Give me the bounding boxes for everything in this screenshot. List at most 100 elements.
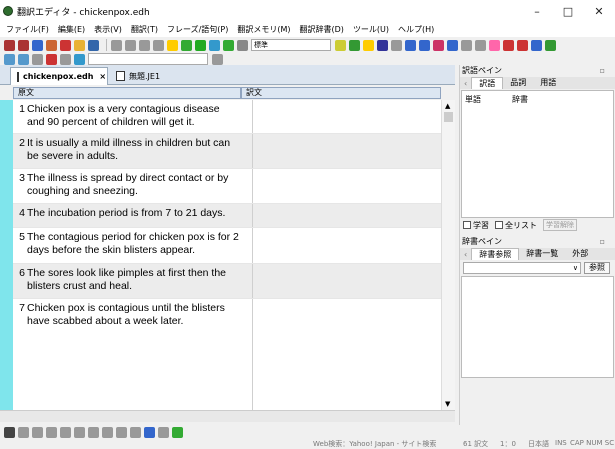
menu-view[interactable]: 表示(V) [94,24,122,35]
horizontal-scrollbar[interactable] [0,410,455,422]
tab-words[interactable]: 訳語 [471,77,504,89]
table-row[interactable]: 3 The illness is spread by direct contac… [13,169,441,204]
dictionary-results[interactable] [461,276,614,378]
print-icon[interactable] [461,39,472,51]
format-icon[interactable] [335,39,346,51]
url-combo[interactable] [88,53,208,65]
grid-icon[interactable] [116,426,127,438]
tab-terms[interactable]: 用語 [533,77,563,89]
menu-translate[interactable]: 翻訳(T) [131,24,158,35]
close-button[interactable]: ✕ [584,0,614,22]
grid-icon[interactable] [130,426,141,438]
folder-icon[interactable] [74,39,85,51]
source-text[interactable]: The incubation period is from 7 to 21 da… [27,207,252,220]
dictionary-icon[interactable] [209,39,220,51]
check-icon[interactable] [447,39,458,51]
learn-checkbox[interactable] [463,221,471,229]
source-text[interactable]: Chicken pox is a very contagious disease… [27,103,237,129]
help-icon[interactable] [167,39,178,51]
window-icon[interactable] [405,39,416,51]
tool-icon[interactable] [172,426,183,438]
scroll-down-icon[interactable]: ▼ [445,400,450,408]
view-icon[interactable] [18,426,29,438]
reference-icon[interactable] [531,39,542,51]
dictionary-search-combo[interactable]: ∨ [463,262,581,274]
refresh-icon[interactable] [32,53,43,65]
menu-dictionary[interactable]: 翻訳辞書(D) [300,24,344,35]
source-text[interactable]: The contagious period for chicken pox is… [27,231,245,257]
paste-icon[interactable] [139,39,150,51]
copy-icon[interactable] [125,39,136,51]
record-icon[interactable] [503,39,514,51]
tab-close-icon[interactable]: × [99,72,106,81]
learn-clear-button[interactable]: 学習解除 [543,219,577,231]
menu-tools[interactable]: ツール(U) [353,24,389,35]
table-row[interactable]: 1 Chicken pox is a very contagious disea… [13,100,441,134]
arrow-icon[interactable] [377,39,388,51]
style-combo[interactable]: 標準 [251,39,331,51]
pause-icon[interactable] [237,39,248,51]
open-doc-icon[interactable] [18,39,29,51]
source-text[interactable]: It is usually a mild illness in children… [27,137,237,163]
cut-icon[interactable] [111,39,122,51]
tab-dict-reference[interactable]: 辞書参照 [471,248,520,260]
new-doc-icon[interactable] [4,39,15,51]
pin-icon[interactable]: ▫ [600,65,605,77]
menu-memory[interactable]: 翻訳メモリ(M) [237,24,290,35]
reference-button[interactable]: 参照 [584,262,610,274]
save-icon[interactable] [88,39,99,51]
word-list[interactable]: 単語 辞書 [461,90,614,218]
translate-icon[interactable] [32,39,43,51]
vertical-scrollbar[interactable]: ▲ ▼ [441,100,455,410]
grid-icon[interactable] [102,426,113,438]
undo-icon[interactable] [153,39,164,51]
table-row[interactable]: 5 The contagious period for chicken pox … [13,228,441,264]
next-icon[interactable] [223,39,234,51]
split-icon[interactable] [517,39,528,51]
menu-edit[interactable]: 編集(E) [58,24,85,35]
table-row[interactable]: 4 The incubation period is from 7 to 21 … [13,204,441,228]
stop-load-icon[interactable] [46,53,57,65]
minimize-button[interactable]: – [522,0,552,22]
stop-icon[interactable] [60,39,71,51]
scroll-thumb[interactable] [444,112,453,122]
web-search-status[interactable]: Web検索：Yahoo! Japan - サイト検索 [313,439,436,449]
pane-icon[interactable] [489,39,500,51]
menu-phrase[interactable]: フレーズ/語句(P) [167,24,228,35]
tab-chickenpox[interactable]: chickenpox.edh × [10,67,108,85]
scroll-up-icon[interactable]: ▲ [445,102,450,110]
eject-icon[interactable] [4,426,15,438]
view-icon[interactable] [60,426,71,438]
view-icon[interactable] [74,426,85,438]
table-row[interactable]: 2 It is usually a mild illness in childr… [13,134,441,169]
al-icon[interactable] [158,426,169,438]
table-row[interactable]: 7 Chicken pox is contagious until the bl… [13,299,441,410]
source-text[interactable]: Chicken pox is contagious until the blis… [27,302,245,328]
view-icon[interactable] [88,426,99,438]
back-icon[interactable] [4,53,15,65]
forward-icon[interactable] [18,53,29,65]
menu-help[interactable]: ヘルプ(H) [398,24,434,35]
translate-mode-icon[interactable] [144,426,155,438]
highlight-icon[interactable] [363,39,374,51]
edit-icon[interactable] [46,39,57,51]
pin-icon[interactable]: ▫ [600,236,605,248]
source-text[interactable]: The sores look like pimples at first the… [27,267,247,293]
tab-scroll-left-icon[interactable]: ‹ [464,250,467,259]
translate-run-icon[interactable] [181,39,192,51]
tab-pos[interactable]: 品詞 [503,77,533,89]
source-text[interactable]: The illness is spread by direct contact … [27,172,237,198]
memory-icon[interactable] [349,39,360,51]
go-icon[interactable] [212,53,223,65]
table-icon[interactable] [391,39,402,51]
menu-file[interactable]: ファイル(F) [6,24,49,35]
tree-icon[interactable] [545,39,556,51]
tab-scroll-left-icon[interactable]: ‹ [464,79,467,88]
tab-untitled[interactable]: 無題.JE1 [110,67,170,85]
search-web-icon[interactable] [74,53,85,65]
tab-external[interactable]: 外部 [565,248,595,260]
tab-dict-list[interactable]: 辞書一覧 [519,248,565,260]
preview-icon[interactable] [475,39,486,51]
table-row[interactable]: 6 The sores look like pimples at first t… [13,264,441,299]
view-icon[interactable] [46,426,57,438]
